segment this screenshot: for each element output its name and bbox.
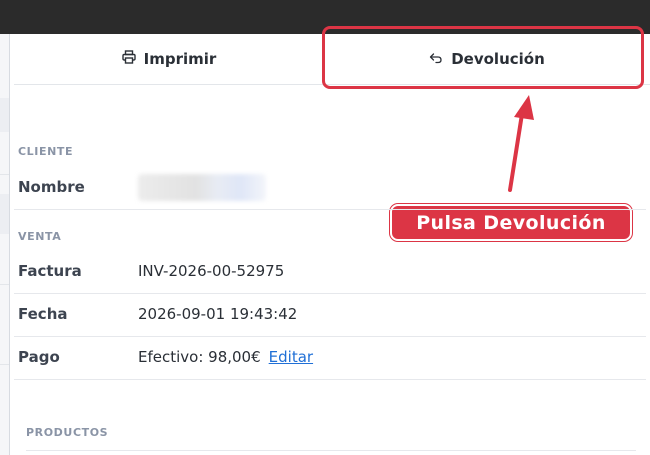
printer-icon: [121, 50, 136, 68]
date-row: Fecha 2026-09-01 19:43:42: [14, 293, 646, 337]
app-top-bar: [0, 0, 650, 34]
products-divider: [26, 450, 636, 451]
invoice-label: Factura: [18, 262, 82, 280]
sidebar-edge-divider: [0, 174, 9, 175]
payment-row: Pago Efectivo: 98,00€ Editar: [14, 336, 646, 380]
date-value: 2026-09-01 19:43:42: [138, 305, 298, 323]
sidebar-edge-divider: [0, 284, 9, 285]
invoice-row: Factura INV-2026-00-52975: [14, 250, 646, 294]
date-label: Fecha: [18, 305, 68, 323]
payment-value: Efectivo: 98,00€: [138, 348, 261, 366]
invoice-value: INV-2026-00-52975: [138, 262, 285, 280]
sidebar-edge-item: [0, 194, 9, 234]
sidebar-edge-divider: [0, 364, 9, 365]
customer-section-title: CLIENTE: [18, 145, 74, 158]
customer-name-label: Nombre: [18, 178, 85, 196]
customer-name-redacted: [138, 174, 266, 201]
return-button-label: Devolución: [451, 50, 545, 68]
payment-label: Pago: [18, 348, 60, 366]
payment-value-wrap: Efectivo: 98,00€ Editar: [138, 336, 313, 379]
action-tabs: Imprimir Devolución: [14, 34, 650, 85]
edit-payment-link[interactable]: Editar: [269, 348, 313, 366]
print-button[interactable]: Imprimir: [14, 34, 324, 84]
sale-section-title: VENTA: [18, 230, 62, 243]
return-button[interactable]: Devolución: [324, 34, 650, 84]
sidebar-edge: [0, 34, 10, 455]
print-button-label: Imprimir: [143, 50, 217, 68]
sidebar-edge-item: [0, 98, 9, 132]
customer-name-row: Nombre: [14, 166, 646, 210]
undo-arrow-icon: [429, 50, 443, 68]
products-section-title: PRODUCTOS: [26, 426, 109, 439]
